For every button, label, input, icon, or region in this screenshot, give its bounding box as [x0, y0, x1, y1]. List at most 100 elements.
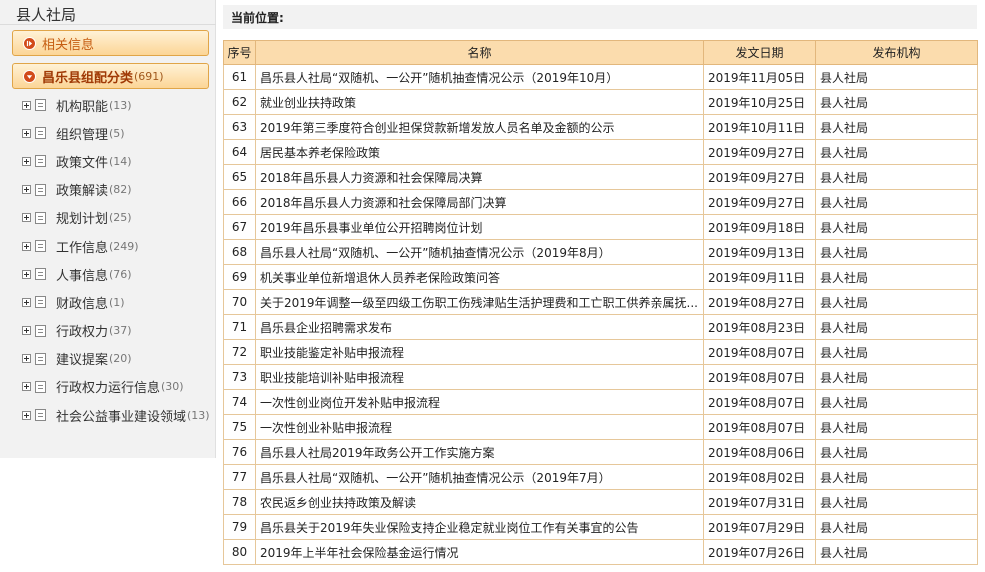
row-index: 79 [223, 514, 256, 540]
document-title-link[interactable]: 昌乐县人社局“双随机、一公开”随机抽查情况公示（2019年7月） [255, 464, 704, 490]
tree-item-count: (20) [109, 352, 132, 366]
tree-item[interactable]: 组织管理 (5) [22, 119, 214, 147]
document-title-link[interactable]: 职业技能培训补贴申报流程 [255, 364, 704, 390]
tree-item[interactable]: 财政信息 (1) [22, 288, 214, 316]
publisher: 县人社局 [815, 214, 978, 240]
play-icon [23, 36, 36, 50]
tree-item[interactable]: 人事信息 (76) [22, 260, 214, 288]
expand-plus-icon[interactable] [22, 269, 31, 279]
table-row: 77 昌乐县人社局“双随机、一公开”随机抽查情况公示（2019年7月） 2019年0… [223, 464, 978, 490]
table-row: 80 2019年上半年社会保险基金运行情况 2019年07月26日 县人社局 [223, 539, 978, 565]
publish-date: 2019年08月06日 [703, 439, 816, 465]
tree-item-label: 建议提案 [56, 353, 109, 369]
publisher: 县人社局 [815, 414, 978, 440]
expand-plus-icon[interactable] [22, 156, 31, 166]
publisher: 县人社局 [815, 339, 978, 365]
tree-item[interactable]: 机构职能 (13) [22, 91, 214, 119]
expand-plus-icon[interactable] [22, 213, 31, 223]
document-title-link[interactable]: 2019年昌乐县事业单位公开招聘岗位计划 [255, 214, 704, 240]
table-row: 64 居民基本养老保险政策 2019年09月27日 县人社局 [223, 139, 978, 165]
document-title-link[interactable]: 一次性创业补贴申报流程 [255, 414, 704, 440]
expand-plus-icon[interactable] [22, 185, 31, 195]
row-index: 72 [223, 339, 256, 365]
expand-plus-icon[interactable] [22, 100, 31, 110]
tree-item[interactable]: 政策文件 (14) [22, 147, 214, 175]
tree-item-count: (25) [109, 211, 132, 225]
current-location-label: 当前位置: [231, 10, 284, 25]
tree-item-label: 工作信息 [56, 240, 109, 256]
table-row: 63 2019年第三季度符合创业担保贷款新增发放人员名单及金额的公示 2019年10… [223, 114, 978, 140]
table-row: 79 昌乐县关于2019年失业保险支持企业稳定就业岗位工作有关事宜的公告 2019年… [223, 514, 978, 540]
tree-item[interactable]: 工作信息 (249) [22, 232, 214, 260]
document-title-link[interactable]: 昌乐县人社局“双随机、一公开”随机抽查情况公示（2019年10月） [255, 64, 704, 90]
table-row: 78 农民返乡创业扶持政策及解读 2019年07月31日 县人社局 [223, 489, 978, 515]
document-title-link[interactable]: 昌乐县关于2019年失业保险支持企业稳定就业岗位工作有关事宜的公告 [255, 514, 704, 540]
group-category-button[interactable]: 昌乐县组配分类 (691) [12, 63, 209, 89]
document-title-link[interactable]: 职业技能鉴定补贴申报流程 [255, 339, 704, 365]
document-icon [35, 240, 46, 253]
document-title-link[interactable]: 昌乐县人社局“双随机、一公开”随机抽查情况公示（2019年8月） [255, 239, 704, 265]
tree-item-label: 组织管理 [56, 127, 109, 143]
document-title-link[interactable]: 2018年昌乐县人力资源和社会保障局部门决算 [255, 189, 704, 215]
tree-item-label: 行政权力运行信息 [56, 381, 161, 397]
tree-item[interactable]: 建议提案 (20) [22, 345, 214, 373]
tree-item[interactable]: 行政权力 (37) [22, 317, 214, 345]
row-index: 61 [223, 64, 256, 90]
row-index: 75 [223, 414, 256, 440]
row-index: 69 [223, 264, 256, 290]
tree-item[interactable]: 规划计划 (25) [22, 204, 214, 232]
expand-plus-icon[interactable] [22, 241, 31, 251]
document-title-link[interactable]: 机关事业单位新增退休人员养老保险政策问答 [255, 264, 704, 290]
category-tree: 机构职能 (13) 组织管理 (5) 政策文件 (14) 政策解读 (82) 规划计划 (25) 工… [22, 91, 214, 429]
document-title-link[interactable]: 就业创业扶持政策 [255, 89, 704, 115]
document-icon [35, 409, 46, 422]
related-info-button[interactable]: 相关信息 [12, 30, 209, 56]
table-row: 76 昌乐县人社局2019年政务公开工作实施方案 2019年08月06日 县人社局 [223, 439, 978, 465]
document-icon [35, 211, 46, 224]
document-title-link[interactable]: 一次性创业岗位开发补贴申报流程 [255, 389, 704, 415]
expand-plus-icon[interactable] [22, 128, 31, 138]
row-index: 78 [223, 489, 256, 515]
publish-date: 2019年07月31日 [703, 489, 816, 515]
table-row: 68 昌乐县人社局“双随机、一公开”随机抽查情况公示（2019年8月） 2019年0… [223, 239, 978, 265]
tree-item[interactable]: 政策解读 (82) [22, 176, 214, 204]
tree-item-count: (30) [161, 380, 184, 394]
column-header-date: 发文日期 [703, 40, 816, 65]
tree-item-label: 行政权力 [56, 325, 109, 341]
table-row: 66 2018年昌乐县人力资源和社会保障局部门决算 2019年09月27日 县人社局 [223, 189, 978, 215]
document-title-link[interactable]: 关于2019年调整一级至四级工伤职工伤残津贴生活护理费和工亡职工供养亲属抚... [255, 289, 704, 315]
row-index: 63 [223, 114, 256, 140]
tree-item-count: (82) [109, 183, 132, 197]
tree-item-count: (1) [109, 295, 125, 309]
publisher: 县人社局 [815, 289, 978, 315]
publish-date: 2019年10月11日 [703, 114, 816, 140]
publisher: 县人社局 [815, 439, 978, 465]
expand-plus-icon[interactable] [22, 297, 31, 307]
document-title-link[interactable]: 居民基本养老保险政策 [255, 139, 704, 165]
publisher: 县人社局 [815, 314, 978, 340]
document-title-link[interactable]: 农民返乡创业扶持政策及解读 [255, 489, 704, 515]
tree-item-label: 政策解读 [56, 184, 109, 200]
publisher: 县人社局 [815, 389, 978, 415]
expand-plus-icon[interactable] [22, 410, 31, 420]
publisher: 县人社局 [815, 464, 978, 490]
document-title-link[interactable]: 2019年上半年社会保险基金运行情况 [255, 539, 704, 565]
expand-plus-icon[interactable] [22, 382, 31, 392]
tree-item[interactable]: 社会公益事业建设领域 (13) [22, 401, 214, 429]
publisher: 县人社局 [815, 264, 978, 290]
tree-item-count: (13) [109, 98, 132, 112]
document-title-link[interactable]: 2019年第三季度符合创业担保贷款新增发放人员名单及金额的公示 [255, 114, 704, 140]
publish-date: 2019年08月07日 [703, 339, 816, 365]
table-row: 67 2019年昌乐县事业单位公开招聘岗位计划 2019年09月18日 县人社局 [223, 214, 978, 240]
tree-item-count: (5) [109, 126, 125, 140]
document-title-link[interactable]: 昌乐县企业招聘需求发布 [255, 314, 704, 340]
row-index: 71 [223, 314, 256, 340]
column-header-index: 序号 [223, 40, 256, 65]
document-title-link[interactable]: 昌乐县人社局2019年政务公开工作实施方案 [255, 439, 704, 465]
tree-item[interactable]: 行政权力运行信息 (30) [22, 373, 214, 401]
publish-date: 2019年09月18日 [703, 214, 816, 240]
document-title-link[interactable]: 2018年昌乐县人力资源和社会保障局决算 [255, 164, 704, 190]
expand-plus-icon[interactable] [22, 354, 31, 364]
row-index: 64 [223, 139, 256, 165]
expand-plus-icon[interactable] [22, 326, 31, 336]
